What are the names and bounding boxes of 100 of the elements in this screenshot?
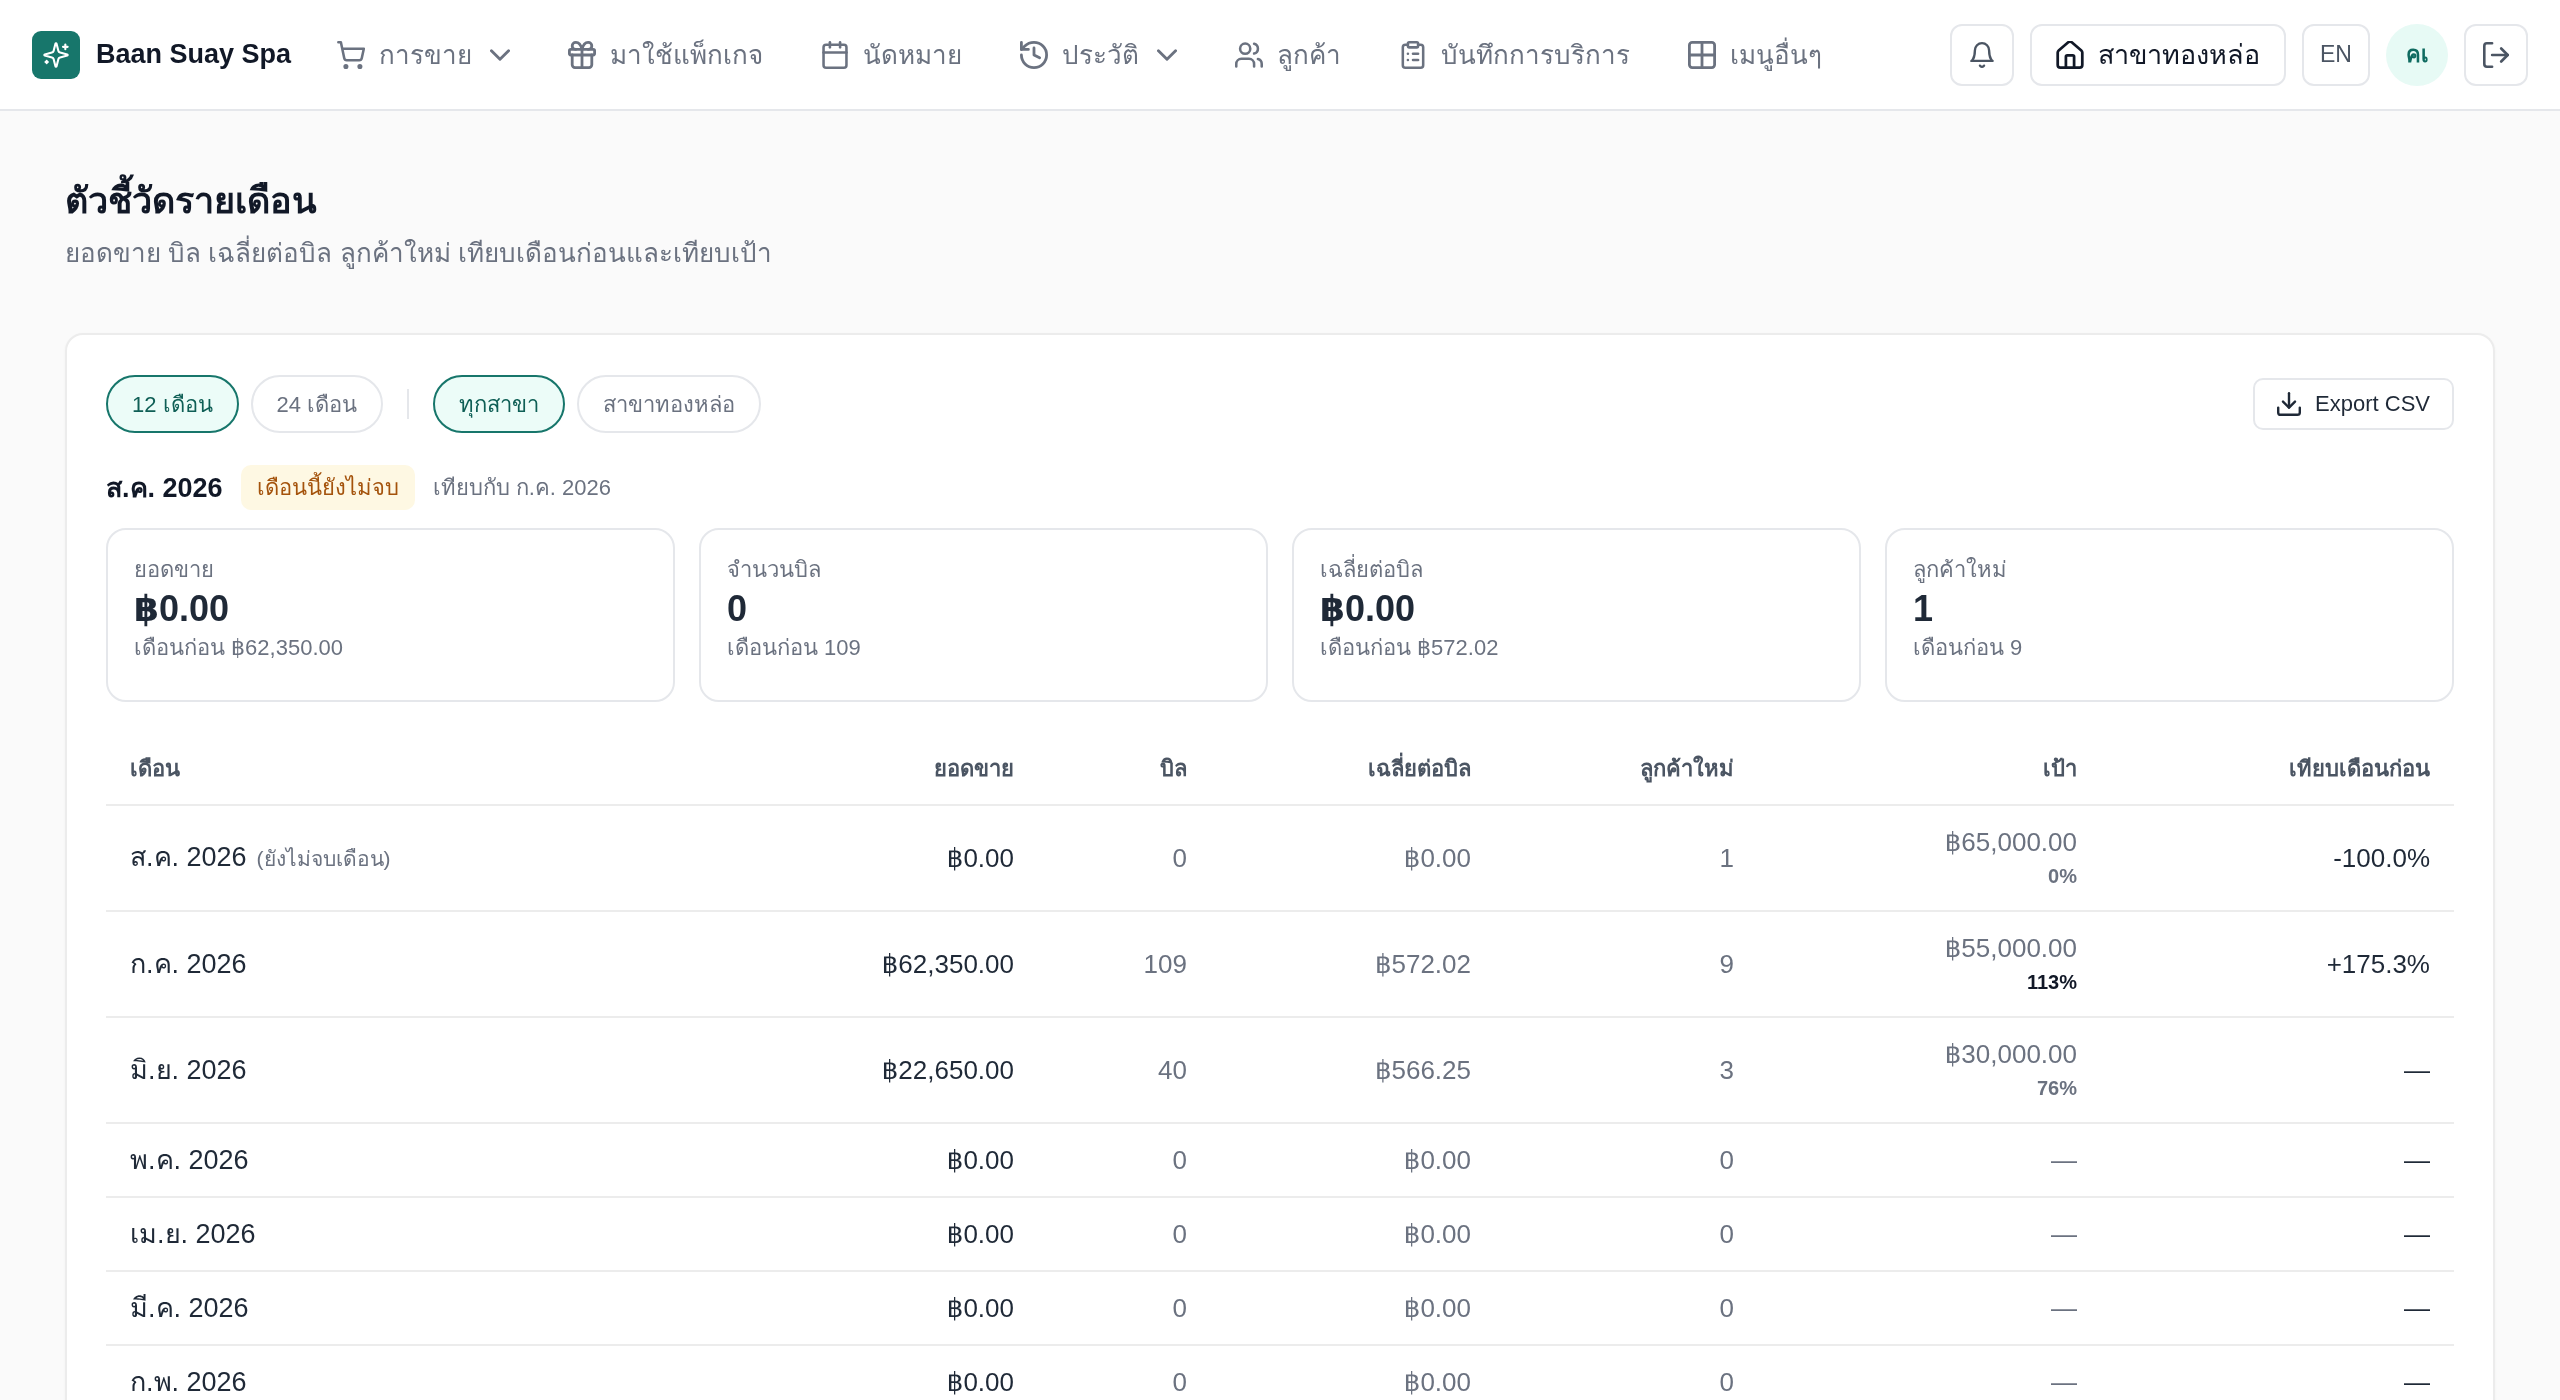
table-cell-text: ฿22,650.00: [880, 1054, 1015, 1087]
kpi-label: เฉลี่ยต่อบิล: [1320, 554, 1833, 586]
calendar-icon: [821, 40, 850, 69]
target-amount: ฿55,000.00: [1944, 932, 2077, 965]
table-cell-text: —: [2403, 1054, 2431, 1087]
kpi-label: ยอดขาย: [134, 556, 215, 584]
table-cell-text: 0: [1718, 1144, 1735, 1177]
logout-button[interactable]: [2464, 23, 2528, 86]
logout-icon: [2483, 41, 2509, 68]
kpi-label: ลูกค้าใหม่: [1913, 556, 2008, 585]
grid-icon: [1688, 40, 1717, 69]
table-cell-text: 1: [1718, 842, 1735, 875]
nav-link[interactable]: นัดหมาย: [821, 34, 963, 75]
house-icon: [2056, 40, 2084, 69]
language-button[interactable]: EN: [2302, 23, 2370, 86]
table-cell-text: 0: [1171, 1292, 1188, 1325]
table-cell-text: 9: [1718, 948, 1735, 981]
column-header: บิล: [1159, 755, 1188, 783]
table-cell-text: —: [2050, 1366, 2078, 1399]
target-percent: 0%: [2048, 864, 2077, 889]
brand-name: Baan Suay Spa: [96, 39, 292, 70]
sparkle-logo-icon: [32, 30, 80, 79]
table-cell-text: ฿0.00: [1402, 842, 1472, 875]
table-cell-text: ฿0.00: [945, 1218, 1015, 1251]
target-amount: ฿30,000.00: [1944, 1038, 2077, 1071]
kpi-previous: เดือนก่อน 9: [1913, 634, 2024, 662]
notification-button[interactable]: [1950, 23, 2014, 86]
column-header: เดือน: [129, 755, 181, 783]
target-amount: ฿65,000.00: [1944, 826, 2077, 859]
table-cell-text: ฿0.00: [945, 1366, 1015, 1399]
filter-chip[interactable]: สาขาทองหล่อ: [577, 375, 762, 433]
page-subtitle: ยอดขาย บิล เฉลี่ยต่อบิล ลูกค้าใหม่ เทียบเดือนก่อนและเทียบเป้า: [65, 235, 2495, 271]
month-label: มี.ค. 2026: [130, 1292, 249, 1325]
target-percent: 76%: [2036, 1076, 2077, 1101]
export-button[interactable]: Export CSV: [2253, 378, 2454, 430]
table-cell-text: ฿0.00: [1402, 1292, 1472, 1325]
status-badge: เดือนนี้ยังไม่จบ: [240, 465, 415, 510]
table-cell-text: -100.0%: [2332, 842, 2431, 875]
table-cell-text: ฿566.25: [1373, 1054, 1472, 1087]
cart-icon: [337, 40, 366, 69]
table-cell-text: —: [2403, 1218, 2431, 1251]
kpi-previous: เดือนก่อน ฿62,350.00: [134, 634, 344, 662]
user-avatar[interactable]: คเ: [2386, 23, 2448, 86]
history-icon: [1020, 40, 1049, 69]
month-label: เม.ย. 2026: [130, 1218, 256, 1251]
column-header: เฉลี่ยต่อบิล: [1211, 734, 1495, 804]
table-cell-text: —: [2403, 1366, 2431, 1399]
bell-icon: [1969, 41, 1995, 68]
table-cell-text: 0: [1171, 1144, 1188, 1177]
filter-chip[interactable]: ทุกสาขา: [433, 375, 566, 433]
table-cell-text: —: [2403, 1144, 2431, 1177]
target-percent: 113%: [2026, 970, 2077, 995]
column-header: ลูกค้าใหม่: [1639, 754, 1735, 785]
nav-link[interactable]: ลูกค้า: [1235, 34, 1342, 75]
nav-link[interactable]: การขาย: [337, 34, 511, 75]
month-label: มิ.ย. 2026: [130, 1054, 247, 1087]
table-cell-text: 0: [1171, 842, 1188, 875]
nav-link[interactable]: บันทึกการบริการ: [1399, 34, 1631, 75]
month-note: (ยังไม่จบเดือน): [256, 846, 391, 872]
period-month: ส.ค. 2026: [106, 472, 223, 505]
table-cell-text: ฿0.00: [945, 1292, 1015, 1325]
table-cell-text: ฿0.00: [1402, 1144, 1472, 1177]
table-cell-text: 0: [1171, 1366, 1188, 1399]
column-header: ยอดขาย: [933, 755, 1015, 783]
download-icon: [2277, 392, 2302, 416]
nav-link[interactable]: มาใช้แพ็กเกจ: [568, 34, 764, 75]
table-cell-text: 109: [1142, 948, 1188, 981]
table-cell-text: —: [2050, 1292, 2078, 1325]
users-icon: [1235, 40, 1264, 69]
table-cell-text: 0: [1171, 1218, 1188, 1251]
kpi-previous: เดือนก่อน 109: [727, 634, 862, 662]
column-header: เทียบเดือนก่อน: [2288, 755, 2431, 783]
table-cell-text: 40: [1157, 1054, 1188, 1087]
nav-link[interactable]: เมนูอื่นๆ: [1688, 34, 1823, 75]
table-cell-text: ฿62,350.00: [880, 948, 1015, 981]
month-label: พ.ค. 2026: [130, 1144, 249, 1177]
gift-icon: [568, 40, 597, 69]
table-cell-text: ฿0.00: [1402, 1218, 1472, 1251]
period-compare: เทียบกับ ก.ค. 2026: [432, 474, 611, 502]
kpi-label: จำนวนบิล: [727, 556, 822, 584]
kpi-value: ฿0.00: [134, 587, 231, 631]
table-cell-text: 3: [1718, 1054, 1735, 1087]
kpi-value: 0: [727, 587, 749, 631]
branch-button[interactable]: สาขาทองหล่อ: [2030, 23, 2286, 86]
kpi-value: 1: [1913, 587, 1935, 631]
table-cell-text: 0: [1718, 1366, 1735, 1399]
table-cell-text: —: [2403, 1292, 2431, 1325]
kpi-value: ฿0.00: [1320, 587, 1417, 631]
table-cell-text: ฿0.00: [945, 842, 1015, 875]
table-cell-text: ฿572.02: [1373, 948, 1472, 981]
month-label: ก.ค. 2026: [130, 948, 247, 981]
filter-chip[interactable]: 12 เดือน: [106, 375, 239, 433]
table-cell-text: —: [2050, 1218, 2078, 1251]
column-header: เป้า: [2042, 755, 2078, 783]
table-cell-text: +175.3%: [2325, 948, 2431, 981]
nav-link[interactable]: ประวัติ: [1020, 34, 1178, 75]
month-label: ก.พ. 2026: [130, 1366, 247, 1399]
kpi-previous: เดือนก่อน ฿572.02: [1320, 634, 1500, 662]
month-label: ส.ค. 2026: [130, 841, 247, 874]
filter-chip[interactable]: 24 เดือน: [250, 375, 384, 433]
